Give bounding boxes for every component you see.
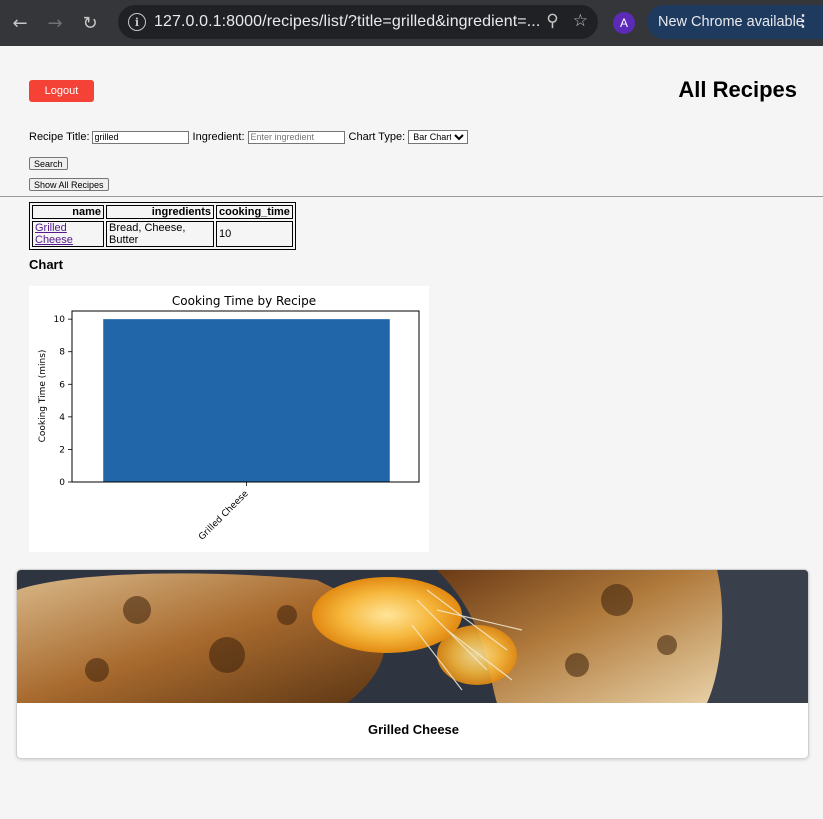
- column-header-name: name: [32, 205, 104, 219]
- grilled-cheese-photo: [17, 570, 808, 703]
- column-header-cooking-time: cooking_time: [216, 205, 293, 219]
- recipes-table: name ingredients cooking_time Grilled Ch…: [29, 202, 296, 250]
- title-input[interactable]: [91, 130, 189, 144]
- chart-type-select[interactable]: Bar Chart: [408, 130, 469, 144]
- search-form: Recipe Title: Ingredient: Chart Type: Ba…: [29, 130, 469, 144]
- ingredient-input[interactable]: [247, 130, 345, 144]
- update-label: New Chrome available: [658, 14, 804, 30]
- chart-title: Cooking Time by Recipe: [172, 294, 316, 308]
- ingredient-label: Ingredient:: [192, 131, 245, 143]
- forward-arrow-icon[interactable]: →: [37, 5, 73, 41]
- back-arrow-icon[interactable]: ←: [2, 5, 38, 41]
- logout-button[interactable]: Logout: [29, 80, 94, 102]
- profile-avatar[interactable]: A: [613, 12, 635, 34]
- show-all-recipes-button[interactable]: Show All Recipes: [29, 178, 109, 191]
- y-tick-label: 10: [54, 315, 66, 325]
- title-label: Recipe Title:: [29, 131, 90, 143]
- bar: [103, 319, 390, 482]
- bookmark-star-icon[interactable]: ☆: [573, 11, 588, 31]
- y-axis-label: Cooking Time (mins): [38, 350, 48, 443]
- column-header-ingredients: ingredients: [106, 205, 214, 219]
- recipe-link[interactable]: Grilled Cheese: [35, 222, 73, 246]
- recipe-name-cell: Grilled Cheese: [32, 221, 104, 247]
- y-tick-label: 4: [59, 413, 65, 423]
- y-tick-label: 2: [59, 445, 65, 455]
- url-text[interactable]: 127.0.0.1:8000/recipes/list/?title=grill…: [154, 13, 540, 31]
- recipe-card[interactable]: Grilled Cheese: [16, 569, 809, 759]
- chart-heading: Chart: [29, 257, 63, 272]
- more-vert-icon[interactable]: ⋮: [795, 11, 811, 31]
- chart-type-label: Chart Type:: [348, 131, 406, 143]
- page-title: All Recipes: [678, 77, 797, 102]
- zoom-icon[interactable]: ⚲: [546, 11, 558, 31]
- table-header-row: name ingredients cooking_time: [32, 205, 293, 219]
- chart-image: Cooking Time by Recipe Cooking Time (min…: [29, 286, 429, 552]
- x-tick-label: Grilled Cheese: [197, 489, 251, 543]
- site-info-icon[interactable]: i: [128, 13, 146, 31]
- reload-icon[interactable]: ↻: [72, 5, 108, 41]
- divider: [0, 196, 823, 197]
- y-tick-label: 6: [59, 380, 65, 390]
- y-tick-label: 0: [59, 478, 65, 488]
- card-title: Grilled Cheese: [367, 722, 460, 737]
- browser-toolbar: ← → ↻ i 127.0.0.1:8000/recipes/list/?tit…: [0, 0, 823, 46]
- recipe-cooking-time-cell: 10: [216, 221, 293, 247]
- search-button[interactable]: Search: [29, 157, 68, 170]
- y-tick-label: 8: [59, 348, 65, 358]
- bar-chart: Cooking Time by Recipe Cooking Time (min…: [38, 294, 420, 543]
- recipe-ingredients-cell: Bread, Cheese, Butter: [106, 221, 214, 247]
- table-row: Grilled Cheese Bread, Cheese, Butter 10: [32, 221, 293, 247]
- address-bar[interactable]: i 127.0.0.1:8000/recipes/list/?title=gri…: [118, 5, 598, 39]
- chrome-update-button[interactable]: New Chrome available ⋮: [647, 5, 823, 39]
